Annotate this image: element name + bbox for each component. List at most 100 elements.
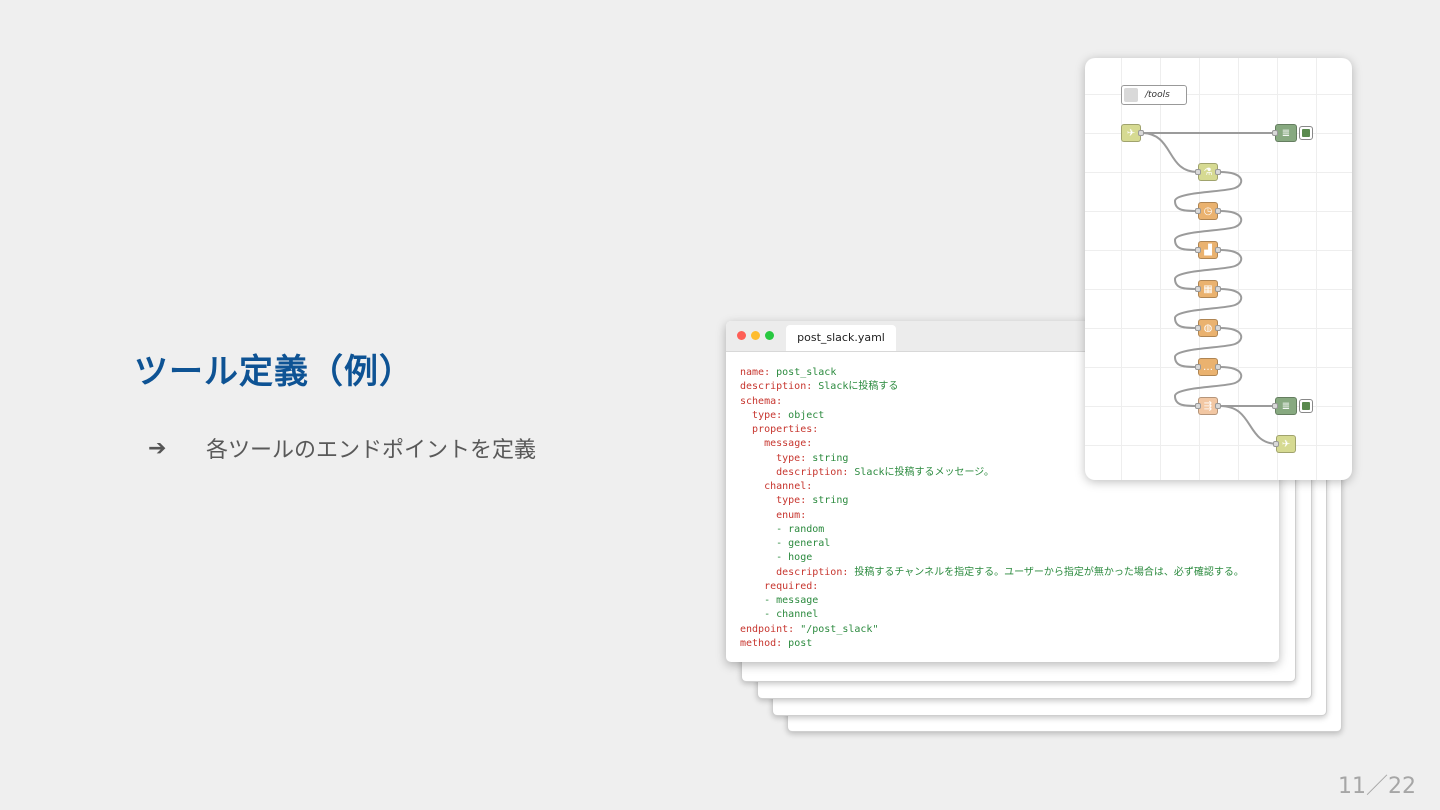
- output-port[interactable]: [1215, 247, 1221, 253]
- http-response-node[interactable]: ✈: [1273, 435, 1296, 453]
- wire-switch-to-response: [1219, 405, 1279, 445]
- minimize-window-button[interactable]: [751, 331, 760, 340]
- yaml-value: 投稿するチャンネルを指定する。ユーザーから指定が無かった場合は、必ず確認する。: [848, 566, 1244, 578]
- yaml-value: object: [782, 409, 825, 421]
- maximize-window-button[interactable]: [765, 331, 774, 340]
- code-line: - message: [740, 594, 1279, 608]
- input-port[interactable]: [1273, 441, 1279, 447]
- factory-icon: ▟: [1204, 244, 1212, 256]
- list-icon: ≣: [1281, 127, 1291, 139]
- output-port[interactable]: [1215, 169, 1221, 175]
- comment-icon: …: [1203, 361, 1213, 373]
- switch-node[interactable]: ⇶: [1195, 397, 1221, 415]
- yaml-key: required:: [764, 580, 819, 592]
- yaml-key: schema:: [740, 395, 783, 407]
- comment-node[interactable]: …: [1195, 358, 1221, 376]
- yaml-value: - hoge: [776, 552, 813, 564]
- output-port[interactable]: [1215, 208, 1221, 214]
- yaml-key: enum:: [776, 509, 807, 521]
- code-line: - general: [740, 537, 1279, 551]
- input-port[interactable]: [1195, 364, 1201, 370]
- globe-icon: ✈: [1281, 438, 1291, 450]
- input-port[interactable]: [1195, 169, 1201, 175]
- http-in-node[interactable]: ✈: [1121, 124, 1144, 142]
- output-port[interactable]: [1215, 403, 1221, 409]
- output-port[interactable]: [1215, 286, 1221, 292]
- yaml-key: type:: [776, 495, 807, 507]
- code-line: description: 投稿するチャンネルを指定する。ユーザーから指定が無かっ…: [740, 566, 1279, 580]
- code-line: - random: [740, 523, 1279, 537]
- arrow-bullet-icon: ➔: [148, 435, 167, 461]
- wire-in-to-flask: [1140, 132, 1199, 173]
- yaml-value: Slackに投稿するメッセージ。: [848, 466, 994, 478]
- input-port[interactable]: [1195, 286, 1201, 292]
- code-line: type: string: [740, 494, 1279, 508]
- yaml-key: channel:: [764, 481, 813, 492]
- debug-node-bottom[interactable]: ≣: [1272, 397, 1297, 415]
- input-port[interactable]: [1195, 325, 1201, 331]
- yaml-value: - message: [764, 595, 819, 606]
- bug-node[interactable]: ◍: [1195, 319, 1221, 337]
- code-line: channel:: [740, 480, 1279, 494]
- bullet-item: ➔ 各ツールのエンドポイントを定義: [148, 432, 536, 464]
- code-line: endpoint: "/post_slack": [740, 623, 1279, 637]
- code-line: - hoge: [740, 551, 1279, 565]
- bullet-text: 各ツールのエンドポイントを定義: [206, 438, 537, 463]
- yaml-key: message:: [764, 438, 813, 450]
- yaml-key: endpoint:: [740, 623, 795, 635]
- bug-icon: ◍: [1203, 322, 1213, 334]
- input-port[interactable]: [1195, 247, 1201, 253]
- input-port[interactable]: [1272, 130, 1278, 136]
- flask-node[interactable]: ⚗: [1195, 163, 1221, 181]
- list-icon: ≣: [1281, 400, 1291, 412]
- grid-node[interactable]: ▦: [1195, 280, 1221, 298]
- globe-icon: ✈: [1126, 127, 1136, 139]
- debug-node-top[interactable]: ≣: [1272, 124, 1297, 142]
- grid-icon: ▦: [1203, 283, 1213, 295]
- yaml-key: type:: [752, 409, 783, 421]
- factory-node[interactable]: ▟: [1195, 241, 1221, 259]
- input-port[interactable]: [1195, 403, 1201, 409]
- yaml-value: "/post_slack": [794, 623, 879, 635]
- file-tab[interactable]: post_slack.yaml: [786, 325, 896, 351]
- output-port[interactable]: [1138, 130, 1144, 136]
- yaml-key: description:: [776, 566, 849, 578]
- yaml-value: - channel: [764, 609, 819, 621]
- page-number: 11／22: [1338, 774, 1416, 799]
- code-line: enum:: [740, 509, 1279, 523]
- yaml-key: method:: [740, 637, 783, 649]
- input-port[interactable]: [1195, 208, 1201, 214]
- yaml-key: name:: [740, 367, 771, 378]
- yaml-value: - general: [776, 538, 831, 549]
- debug-toggle-top[interactable]: [1299, 126, 1313, 140]
- yaml-value: Slackに投稿する: [812, 381, 899, 393]
- output-port[interactable]: [1215, 364, 1221, 370]
- slide-title: ツール定義（例）: [134, 352, 414, 392]
- yaml-value: - random: [776, 523, 825, 535]
- yaml-key: properties:: [752, 424, 819, 435]
- yaml-value: string: [806, 452, 849, 464]
- debug-toggle-bottom[interactable]: [1299, 399, 1313, 413]
- yaml-key: description:: [776, 466, 849, 478]
- output-port[interactable]: [1215, 325, 1221, 331]
- input-port[interactable]: [1272, 403, 1278, 409]
- flow-wires: [1140, 132, 1279, 445]
- close-window-button[interactable]: [737, 331, 746, 340]
- clock-node[interactable]: ◷: [1195, 202, 1221, 220]
- yaml-key: type:: [776, 452, 807, 464]
- code-line: required:: [740, 580, 1279, 594]
